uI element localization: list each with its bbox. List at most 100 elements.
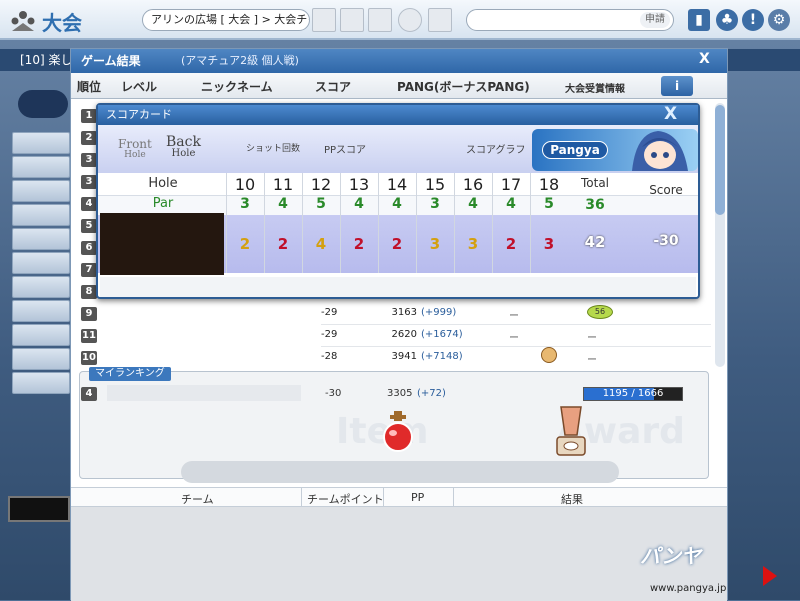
header-rank: 順位 xyxy=(77,80,102,94)
left-slot-3[interactable] xyxy=(12,180,70,202)
alert-icon[interactable]: ! xyxy=(742,9,764,31)
tab-front-hole[interactable]: Front Hole xyxy=(118,138,152,161)
left-slot-1[interactable] xyxy=(12,132,70,154)
toolbar-button-3[interactable] xyxy=(368,8,392,32)
row-dash: ー xyxy=(509,333,519,344)
window-title: ゲーム結果 xyxy=(71,49,727,73)
hole-par: 3 xyxy=(240,196,250,212)
table-row[interactable]: -29 3163 (+999) ー 56 xyxy=(321,303,711,325)
column-divider xyxy=(530,173,531,273)
header-level: レベル xyxy=(121,80,158,94)
left-slot-2[interactable] xyxy=(12,156,70,178)
pangya-logo: Pangya xyxy=(542,141,608,159)
column-divider xyxy=(264,173,265,273)
info-button[interactable]: i xyxy=(661,76,693,96)
left-slot-11[interactable] xyxy=(12,372,70,394)
left-slot-7[interactable] xyxy=(12,276,70,298)
item-ring-icon: 56 xyxy=(587,305,613,319)
breadcrumb[interactable]: アリンの広場 [ 大会 ] > 大会チャンネル1 xyxy=(142,9,310,31)
hole-par: 4 xyxy=(468,196,478,212)
hole-number: 18 xyxy=(538,175,560,194)
apply-button[interactable]: 申請 xyxy=(640,12,670,28)
toolbar-close-button[interactable] xyxy=(428,8,452,32)
column-divider xyxy=(302,173,303,273)
table-row[interactable]: -29 2620 (+1674) ー ー xyxy=(321,325,711,347)
page-title: 大会 xyxy=(42,11,82,35)
friends-icon[interactable]: ♣ xyxy=(716,9,738,31)
toolbar-button-2[interactable] xyxy=(340,8,364,32)
game-mode-label: (アマチュア2級 個人戦) xyxy=(181,54,299,67)
hole-par: 4 xyxy=(354,196,364,212)
left-slot-5[interactable] xyxy=(12,228,70,250)
header-team-points: チームポイント xyxy=(307,493,384,506)
hole-par: 4 xyxy=(392,196,402,212)
hole-par: 4 xyxy=(506,196,516,212)
toolbar-button-4[interactable] xyxy=(398,8,422,32)
rank-number: 6 xyxy=(81,241,97,255)
my-score: -30 xyxy=(325,388,342,399)
header-score: スコア xyxy=(315,80,352,94)
left-panel-oval xyxy=(18,90,68,118)
tab-score-graph[interactable]: スコアグラフ xyxy=(466,141,526,156)
character-portrait-icon xyxy=(632,131,688,171)
toolbar-button-1[interactable] xyxy=(312,8,336,32)
next-arrow-icon[interactable] xyxy=(763,566,777,586)
bottom-scroll-pill[interactable] xyxy=(181,461,619,483)
gear-icon[interactable]: ⚙ xyxy=(768,9,790,31)
hole-number: 17 xyxy=(500,175,522,194)
left-slot-6[interactable] xyxy=(12,252,70,274)
scrollbar-thumb[interactable] xyxy=(715,105,725,215)
column-divider xyxy=(378,173,379,273)
left-slot-8[interactable] xyxy=(12,300,70,322)
pangya-banner: Pangya xyxy=(532,129,698,171)
header-pang: PANG(ボーナスPANG) xyxy=(397,80,530,94)
header-team: チーム xyxy=(181,493,214,506)
scorecard-title: スコアカード xyxy=(98,105,698,125)
header-tournament-info: 大会受賞情報 xyxy=(565,84,625,95)
hole-strokes: 2 xyxy=(239,235,251,253)
header-pp: PP xyxy=(411,491,425,504)
header-divider xyxy=(453,488,454,507)
scorecard-close-button[interactable]: X xyxy=(664,104,677,124)
hole-number: 13 xyxy=(348,175,370,194)
tab-shots[interactable]: ショット回数 xyxy=(246,141,300,154)
tab-front-sub: Hole xyxy=(124,150,146,160)
scorecard-footer xyxy=(100,277,696,297)
phone-icon[interactable]: ▮ xyxy=(688,9,710,31)
rank-number: 10 xyxy=(81,351,97,365)
rank-number: 5 xyxy=(81,219,97,233)
top-bar: 大会 アリンの広場 [ 大会 ] > 大会チャンネル1 申請 ▮ ♣ ! ⚙ xyxy=(0,0,800,40)
left-chat-box[interactable] xyxy=(8,496,70,522)
my-rank-number: 4 xyxy=(81,387,97,401)
hole-strokes: 2 xyxy=(391,235,403,253)
column-divider xyxy=(492,173,493,273)
row-bonus: (+7148) xyxy=(421,351,463,362)
column-divider xyxy=(340,173,341,273)
hole-par: 5 xyxy=(316,196,326,212)
left-slot-4[interactable] xyxy=(12,204,70,226)
header-divider xyxy=(383,488,384,507)
pangya-game-logo: パンヤ xyxy=(640,544,701,568)
row-pang: 3163 xyxy=(391,307,417,318)
hole-strokes: 2 xyxy=(277,235,289,253)
tab-back-hole[interactable]: Back Hole xyxy=(166,135,201,159)
rank-number: 3 xyxy=(81,153,97,167)
my-ranking-label: マイランキング xyxy=(89,367,171,381)
hole-strokes: 2 xyxy=(505,235,517,253)
hole-number: 15 xyxy=(424,175,446,194)
hole-number: 11 xyxy=(272,175,294,194)
column-divider xyxy=(226,173,227,273)
header-nickname: ニックネーム xyxy=(201,80,273,94)
hole-strokes: 3 xyxy=(543,235,555,253)
tab-pp-score[interactable]: PPスコア xyxy=(324,141,366,156)
my-bonus: (+72) xyxy=(417,388,446,399)
rank-number: 4 xyxy=(81,197,97,211)
award-medal-icon xyxy=(541,347,557,363)
column-divider xyxy=(416,173,417,273)
rank-number: 1 xyxy=(81,109,97,123)
close-button[interactable]: X xyxy=(699,51,710,67)
table-row[interactable]: -28 3941 (+7148) ー xyxy=(321,347,711,369)
left-slot-10[interactable] xyxy=(12,348,70,370)
hole-strokes: 4 xyxy=(315,235,327,253)
left-slot-9[interactable] xyxy=(12,324,70,346)
